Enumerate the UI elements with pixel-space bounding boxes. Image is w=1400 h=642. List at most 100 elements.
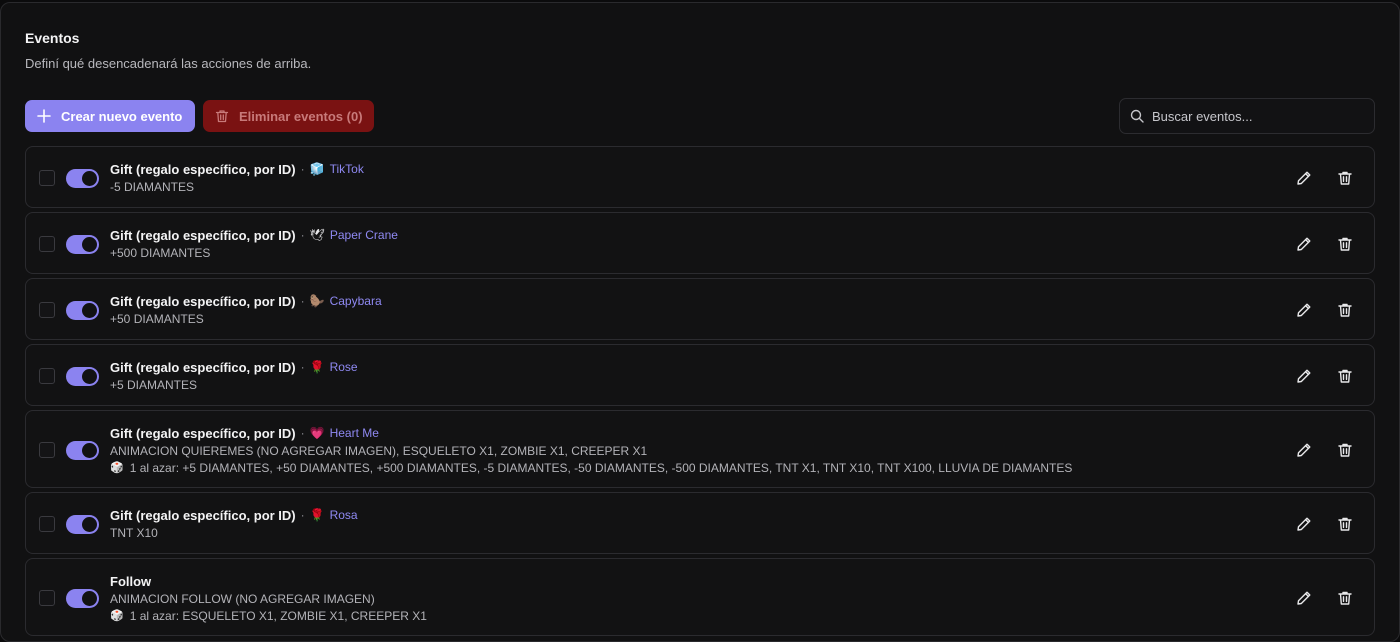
event-random-actions: 🎲 1 al azar: ESQUELETO X1, ZOMBIE X1, CRE…	[110, 608, 427, 625]
event-row[interactable]: Gift (regalo específico, por ID) · 🌹 Rose +5…	[25, 344, 1375, 406]
event-content: Gift (regalo específico, por ID) · 🧊 TikTok…	[110, 160, 364, 196]
plus-icon	[37, 109, 51, 123]
create-event-button[interactable]: Crear nuevo evento	[25, 100, 195, 132]
event-select-checkbox[interactable]	[39, 302, 55, 318]
delete-event-button[interactable]	[1336, 515, 1354, 533]
event-enabled-toggle[interactable]	[66, 514, 99, 534]
trash-icon	[215, 109, 229, 123]
edit-event-button[interactable]	[1295, 441, 1313, 459]
random-actions-text: 1 al azar: ESQUELETO X1, ZOMBIE X1, CREE…	[129, 609, 427, 623]
event-title: Gift (regalo específico, por ID)	[110, 161, 296, 177]
event-row[interactable]: Follow ANIMACION FOLLOW (NO AGREGAR IMAGE…	[25, 558, 1375, 636]
edit-event-button[interactable]	[1295, 515, 1313, 533]
event-title: Gift (regalo específico, por ID)	[110, 359, 296, 375]
event-select-checkbox[interactable]	[39, 590, 55, 606]
event-select-checkbox[interactable]	[39, 236, 55, 252]
delete-event-button[interactable]	[1336, 169, 1354, 187]
event-random-actions: 🎲 1 al azar: +5 DIAMANTES, +50 DIAMANTES,…	[110, 460, 1072, 477]
edit-event-button[interactable]	[1295, 235, 1313, 253]
gift-name: Capybara	[329, 294, 382, 308]
random-actions-text: 1 al azar: +5 DIAMANTES, +50 DIAMANTES, …	[129, 461, 1073, 475]
event-actions-text: TNT X10	[110, 526, 158, 540]
toggle-knob	[82, 236, 97, 252]
search-input[interactable]	[1152, 108, 1352, 124]
event-actions-text: ANIMACION FOLLOW (NO AGREGAR IMAGEN)	[110, 592, 375, 606]
toggle-knob	[82, 368, 97, 384]
toggle-knob	[82, 516, 97, 532]
separator-dot: ·	[300, 162, 305, 176]
separator-dot: ·	[300, 426, 305, 440]
event-heading: Gift (regalo específico, por ID) · 🕊 Paper …	[110, 226, 398, 244]
event-enabled-toggle[interactable]	[66, 300, 99, 320]
delete-event-button[interactable]	[1336, 301, 1354, 319]
event-actions-text: ANIMACION QUIEREMES (NO AGREGAR IMAGEN),…	[110, 444, 648, 458]
trash-icon	[1338, 369, 1352, 383]
event-select-checkbox[interactable]	[39, 442, 55, 458]
gift-name: Heart Me	[329, 426, 379, 440]
rosa-icon: 🌹	[309, 508, 325, 522]
event-title: Gift (regalo específico, por ID)	[110, 227, 296, 243]
paper-crane-icon: 🕊	[309, 228, 325, 242]
event-heading: Gift (regalo específico, por ID) · 💗 Heart …	[110, 424, 1072, 442]
gift-name: Paper Crane	[329, 228, 398, 242]
event-row[interactable]: Gift (regalo específico, por ID) · 🕊 Paper …	[25, 212, 1375, 274]
dice-icon: 🎲	[110, 610, 124, 622]
event-actions-text: -5 DIAMANTES	[110, 180, 195, 194]
event-title: Gift (regalo específico, por ID)	[110, 293, 296, 309]
separator-dot: ·	[300, 508, 305, 522]
trash-icon	[1338, 237, 1352, 251]
separator-dot: ·	[300, 228, 305, 242]
trash-icon	[1338, 517, 1352, 531]
edit-event-button[interactable]	[1295, 589, 1313, 607]
pencil-icon	[1297, 517, 1311, 531]
delete-event-button[interactable]	[1336, 441, 1354, 459]
event-select-checkbox[interactable]	[39, 170, 55, 186]
toggle-knob	[82, 302, 97, 318]
search-icon	[1130, 109, 1144, 123]
pencil-icon	[1297, 237, 1311, 251]
event-content: Gift (regalo específico, por ID) · 💗 Heart …	[110, 424, 1072, 477]
gift-name: TikTok	[329, 162, 364, 176]
event-select-checkbox[interactable]	[39, 368, 55, 384]
gift-name: Rose	[329, 360, 358, 374]
event-enabled-toggle[interactable]	[66, 440, 99, 460]
event-actions-text: +5 DIAMANTES	[110, 378, 198, 392]
event-heading: Gift (regalo específico, por ID) · 🦫 Capyba…	[110, 292, 382, 310]
capybara-icon: 🦫	[309, 294, 325, 308]
event-enabled-toggle[interactable]	[66, 168, 99, 188]
event-row[interactable]: Gift (regalo específico, por ID) · 🌹 Rosa TN…	[25, 492, 1375, 554]
pencil-icon	[1297, 369, 1311, 383]
event-actions-text: +50 DIAMANTES	[110, 312, 204, 326]
event-row[interactable]: Gift (regalo específico, por ID) · 💗 Heart …	[25, 410, 1375, 488]
event-row[interactable]: Gift (regalo específico, por ID) · 🧊 TikTok…	[25, 146, 1375, 208]
trash-icon	[1338, 591, 1352, 605]
search-box[interactable]	[1119, 98, 1375, 134]
events-panel: Eventos Definí qué desencadenará las acc…	[0, 2, 1400, 642]
event-select-checkbox[interactable]	[39, 516, 55, 532]
event-enabled-toggle[interactable]	[66, 234, 99, 254]
pencil-icon	[1297, 591, 1311, 605]
separator-dot: ·	[300, 294, 305, 308]
delete-event-button[interactable]	[1336, 589, 1354, 607]
tiktok-gift-icon: 🧊	[309, 162, 325, 176]
edit-event-button[interactable]	[1295, 301, 1313, 319]
delete-events-label: Eliminar eventos (0)	[239, 108, 363, 124]
delete-event-button[interactable]	[1336, 235, 1354, 253]
event-heading: Follow	[110, 572, 427, 590]
delete-events-button[interactable]: Eliminar eventos (0)	[203, 100, 374, 132]
edit-event-button[interactable]	[1295, 169, 1313, 187]
event-row[interactable]: Gift (regalo específico, por ID) · 🦫 Capyba…	[25, 278, 1375, 340]
edit-event-button[interactable]	[1295, 367, 1313, 385]
event-enabled-toggle[interactable]	[66, 366, 99, 386]
trash-icon	[1338, 443, 1352, 457]
event-enabled-toggle[interactable]	[66, 588, 99, 608]
event-content: Gift (regalo específico, por ID) · 🌹 Rosa TN…	[110, 506, 358, 542]
toggle-knob	[82, 442, 97, 458]
delete-event-button[interactable]	[1336, 367, 1354, 385]
trash-icon	[1338, 303, 1352, 317]
event-content: Gift (regalo específico, por ID) · 🕊 Paper …	[110, 226, 398, 262]
toggle-knob	[82, 170, 97, 186]
dice-icon: 🎲	[110, 462, 124, 474]
trash-icon	[1338, 171, 1352, 185]
gift-name: Rosa	[329, 508, 358, 522]
